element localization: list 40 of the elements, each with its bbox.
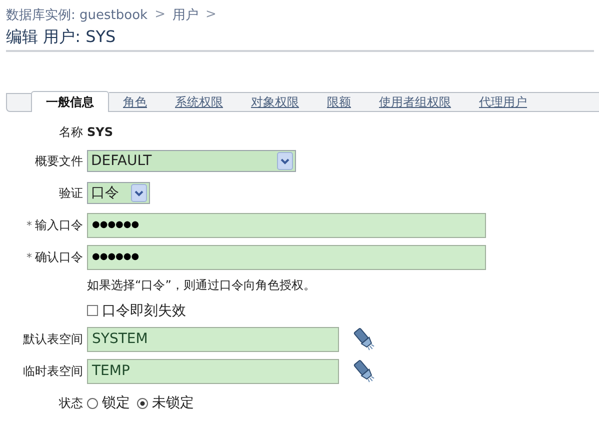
dropdown-caret-icon[interactable]: [277, 152, 293, 170]
tablespace-field[interactable]: TEMP: [87, 358, 339, 384]
field-label: 验证: [59, 184, 83, 202]
password-field[interactable]: ●●●●●●: [87, 244, 486, 270]
hint-text: 如果选择“口令”，则通过口令向角色授权。: [87, 277, 316, 294]
required-mark: *: [26, 218, 32, 232]
tab[interactable]: 系统权限: [161, 92, 237, 112]
breadcrumb-link[interactable]: 用户: [172, 6, 198, 24]
password-field[interactable]: ●●●●●●: [87, 212, 486, 238]
radio-button[interactable]: [87, 398, 98, 408]
checkbox-label: 口令即刻失效: [102, 302, 186, 320]
radio-button[interactable]: [137, 398, 148, 408]
breadcrumb-separator: >: [205, 7, 216, 22]
checkbox[interactable]: [87, 305, 98, 316]
tab[interactable]: 一般信息: [31, 91, 109, 112]
field-label: 临时表空间: [23, 362, 83, 380]
radio-label: 锁定: [102, 394, 130, 412]
tab[interactable]: 代理用户: [465, 92, 541, 112]
flashlight-icon[interactable]: [351, 326, 377, 352]
field-label: 输入口令: [35, 216, 83, 234]
breadcrumb-link[interactable]: 数据库实例: guestbook: [6, 6, 148, 24]
tab[interactable]: 限额: [313, 92, 365, 112]
page-title: 编辑 用户: SYS: [6, 24, 594, 52]
field-label: 状态: [59, 394, 83, 412]
field-label: 默认表空间: [23, 330, 83, 348]
dropdown-caret-icon[interactable]: [131, 184, 147, 202]
tab[interactable]: 使用者组权限: [365, 92, 465, 112]
flashlight-icon[interactable]: [351, 358, 377, 384]
field-value: SYS: [87, 125, 113, 139]
tab[interactable]: 角色: [109, 92, 161, 112]
tab[interactable]: 对象权限: [237, 92, 313, 112]
required-mark: *: [26, 250, 32, 264]
dropdown[interactable]: DEFAULT: [87, 150, 296, 172]
field-label: 名称: [59, 124, 83, 140]
radio-label: 未锁定: [152, 394, 194, 412]
field-label: 概要文件: [35, 152, 83, 170]
dropdown[interactable]: 口令: [87, 182, 150, 204]
field-label: 确认口令: [35, 248, 83, 266]
tablespace-field[interactable]: SYSTEM: [87, 326, 339, 352]
breadcrumb-separator: >: [154, 7, 166, 22]
